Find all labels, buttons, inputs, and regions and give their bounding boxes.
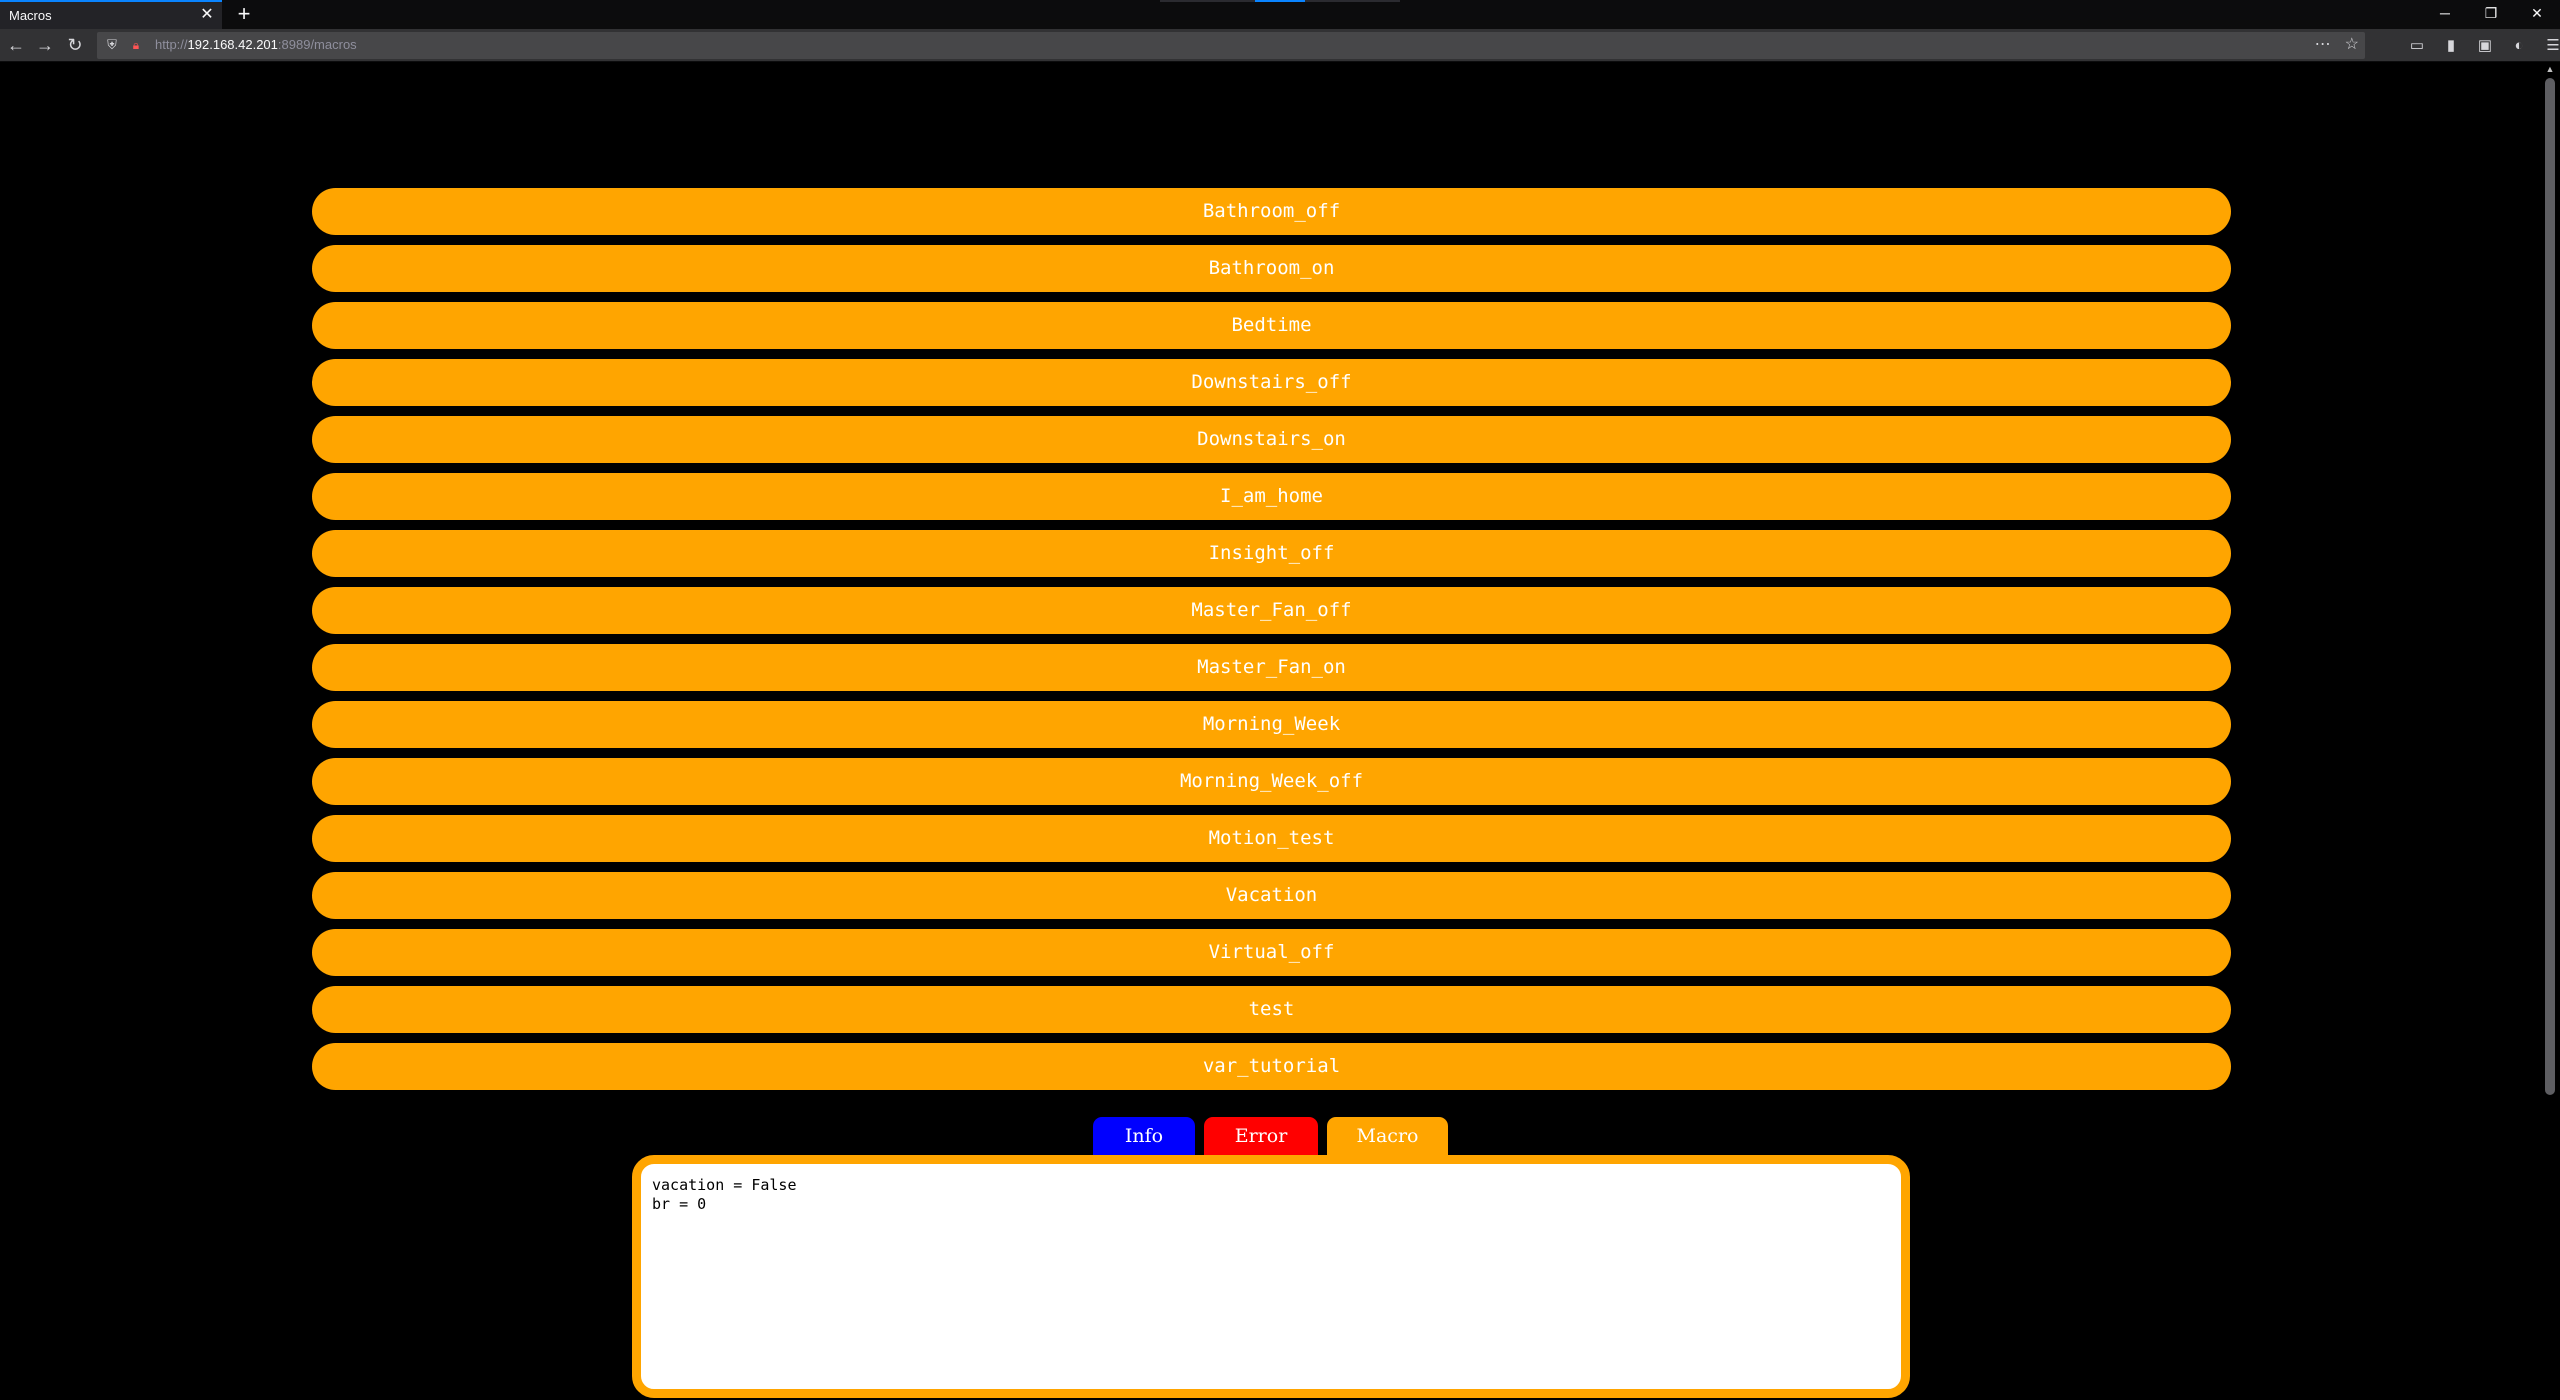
- macro-button-motion-test[interactable]: Motion_test: [312, 815, 2231, 862]
- macro-button-morning-week[interactable]: Morning_Week: [312, 701, 2231, 748]
- macro-button-bedtime[interactable]: Bedtime: [312, 302, 2231, 349]
- macro-button-i-am-home[interactable]: I_am_home: [312, 473, 2231, 520]
- macro-button-insight-off[interactable]: Insight_off: [312, 530, 2231, 577]
- scroll-up-icon[interactable]: ▲: [2545, 64, 2555, 74]
- browser-navigation-bar: ← → ↻ ⛨ 🔒︎ http://192.168.42.201:8989/ma…: [0, 29, 2560, 62]
- tracking-shield-icon[interactable]: ⛨: [103, 36, 121, 54]
- macro-button-test[interactable]: test: [312, 986, 2231, 1033]
- url-scheme: http://: [155, 37, 188, 52]
- close-tab-icon[interactable]: ✕: [198, 5, 216, 25]
- new-tab-button[interactable]: +: [232, 1, 256, 27]
- url-text[interactable]: http://192.168.42.201:8989/macros: [155, 37, 357, 52]
- macro-button-virtual-off[interactable]: Virtual_off: [312, 929, 2231, 976]
- macro-button-downstairs-on[interactable]: Downstairs_on: [312, 416, 2231, 463]
- close-window-button[interactable]: ✕: [2514, 0, 2560, 29]
- more-actions-icon[interactable]: ⋯: [2315, 34, 2331, 58]
- bookmark-star-icon[interactable]: ☆: [2345, 34, 2359, 58]
- minimize-window-button[interactable]: ─: [2422, 0, 2468, 29]
- macro-button-downstairs-off[interactable]: Downstairs_off: [312, 359, 2231, 406]
- restore-window-button[interactable]: ❐: [2468, 0, 2514, 29]
- reader-icon[interactable]: ▣: [2473, 34, 2497, 58]
- hamburger-menu-icon[interactable]: ☰: [2541, 34, 2560, 58]
- back-arrow-icon[interactable]: ←: [4, 34, 28, 58]
- macro-button-master-fan-on[interactable]: Master_Fan_on: [312, 644, 2231, 691]
- url-bar[interactable]: ⛨ 🔒︎ http://192.168.42.201:8989/macros ⋯…: [97, 32, 2365, 59]
- macro-vars-panel[interactable]: vacation = False br = 0: [632, 1155, 1910, 1398]
- macro-var-line: br = 0: [652, 1195, 707, 1213]
- macro-var-line: vacation = False: [652, 1176, 797, 1194]
- macro-button-morning-week-off[interactable]: Morning_Week_off: [312, 758, 2231, 805]
- window-controls: ─ ❐ ✕: [2422, 0, 2560, 29]
- tab-macro-vars[interactable]: Macro Vars: [1327, 1117, 1448, 1185]
- browser-tab-title: Macros: [9, 8, 52, 23]
- toolbar-extensions: ▭ ▮ ▣ ◐ ☰: [2405, 34, 2560, 58]
- log-tabs: Info Log Error Log Macro Vars: [1093, 1117, 1448, 1185]
- addon-icon[interactable]: ◐: [2507, 34, 2531, 58]
- url-path: :8989/macros: [277, 37, 357, 52]
- macro-button-bathroom-off[interactable]: Bathroom_off: [312, 188, 2231, 235]
- insecure-connection-icon[interactable]: 🔒︎: [127, 36, 145, 54]
- macro-button-bathroom-on[interactable]: Bathroom_on: [312, 245, 2231, 292]
- tab-strip-marker-highlight: [1255, 0, 1305, 2]
- url-host: 192.168.42.201: [187, 37, 278, 52]
- mask-icon[interactable]: ▭: [2405, 34, 2429, 58]
- macro-button-var-tutorial[interactable]: var_tutorial: [312, 1043, 2231, 1090]
- tab-info-log[interactable]: Info Log: [1093, 1117, 1195, 1185]
- tab-error-log[interactable]: Error Log: [1204, 1117, 1318, 1185]
- reload-icon[interactable]: ↻: [63, 34, 87, 58]
- macro-list: Bathroom_off Bathroom_on Bedtime Downsta…: [312, 188, 2231, 1100]
- browser-tab-macros[interactable]: Macros ✕: [0, 0, 222, 29]
- browser-tab-strip: Macros ✕ + ─ ❐ ✕: [0, 0, 2560, 29]
- scrollbar-thumb[interactable]: [2545, 78, 2555, 1095]
- forward-arrow-icon[interactable]: →: [33, 34, 57, 58]
- container-icon[interactable]: ▮: [2439, 34, 2463, 58]
- macro-button-master-fan-off[interactable]: Master_Fan_off: [312, 587, 2231, 634]
- macro-button-vacation[interactable]: Vacation: [312, 872, 2231, 919]
- url-actions: ⋯ ☆: [2315, 34, 2359, 58]
